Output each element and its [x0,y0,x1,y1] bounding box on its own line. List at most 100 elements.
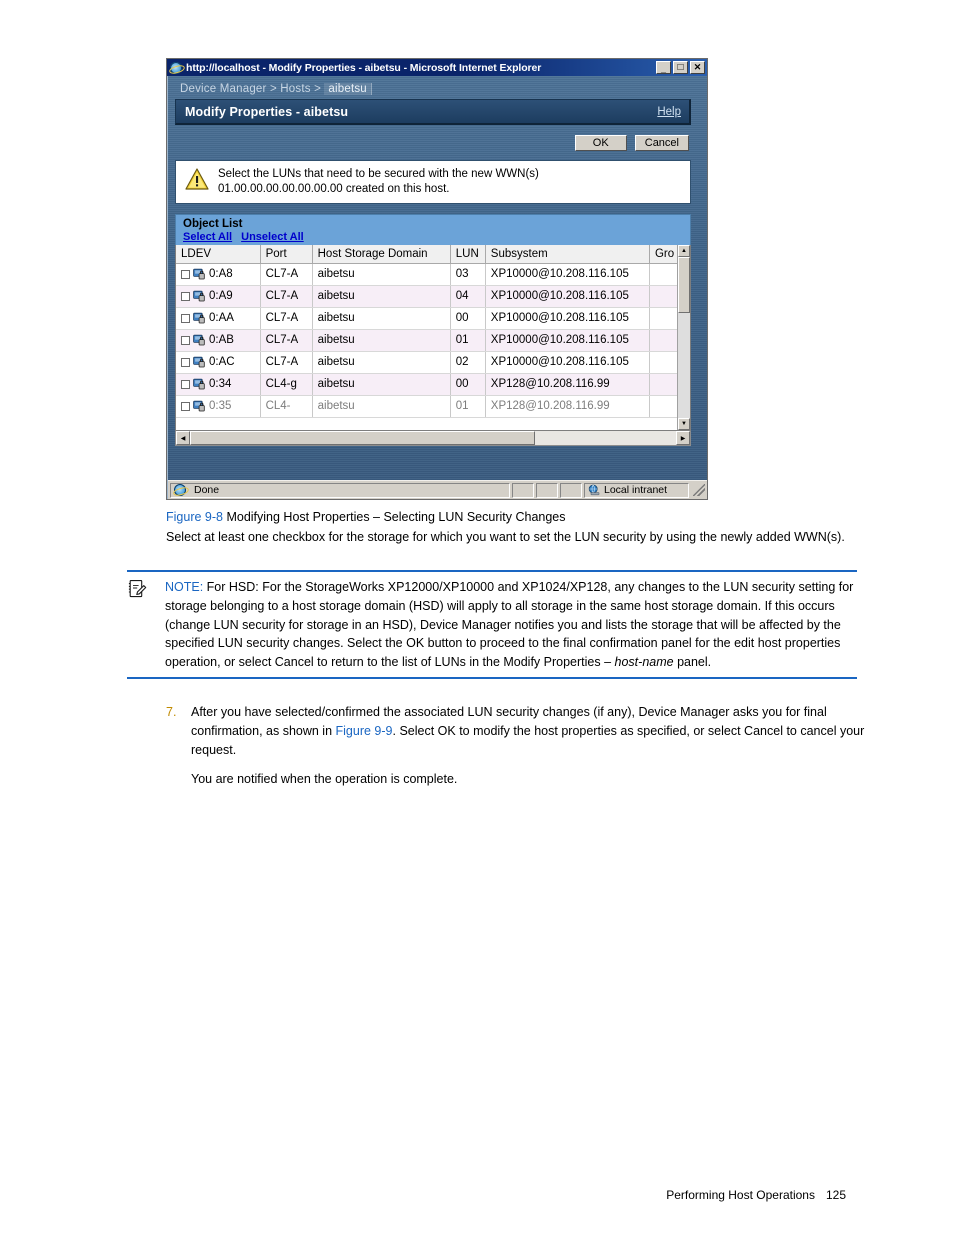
statusbar-zone-pane: Local intranet [584,482,689,498]
table-row[interactable]: 0:A9 CL7-A aibetsu 04 XP10000@10.208.116.105 [176,285,690,308]
row-checkbox[interactable] [181,291,190,301]
column-header-subsystem[interactable]: Subsystem [485,245,650,264]
page-footer: Performing Host Operations 125 [666,1188,846,1202]
cell-subsystem: XP10000@10.208.116.105 [485,285,650,308]
cell-port: CL4-g [260,373,313,396]
figure-caption-ref[interactable]: Figure 9-8 [166,510,223,524]
cell-lun: 03 [450,263,486,286]
note-text-part1: For HSD: For the StorageWorks XP12000/XP… [165,580,854,669]
cell-subsystem: XP10000@10.208.116.105 [485,351,650,374]
window-titlebar: http://localhost - Modify Properties - a… [167,59,707,76]
row-checkbox[interactable] [181,379,190,389]
breadcrumb-item-current: aibetsu [324,83,372,95]
grid-horizontal-scrollbar[interactable]: ◀ ▶ [175,431,691,447]
footer-section-title: Performing Host Operations [666,1188,815,1202]
breadcrumb-separator: > [314,83,322,95]
window-title: http://localhost - Modify Properties - a… [186,61,542,74]
ldev-locked-icon [193,269,205,280]
minimize-icon: _ [660,64,666,74]
breadcrumb-item-hosts[interactable]: Hosts [280,83,310,95]
ie-browser-window-screenshot: http://localhost - Modify Properties - a… [166,58,708,500]
document-page: http://localhost - Modify Properties - a… [0,0,954,1235]
note-block: NOTE: For HSD: For the StorageWorks XP12… [127,570,857,679]
table-row[interactable]: 0:35 CL4- aibetsu 01 XP128@10.208.116.99 [176,395,690,418]
cell-subsystem: XP10000@10.208.116.105 [485,263,650,286]
row-checkbox[interactable] [181,335,190,345]
minimize-button[interactable]: _ [656,61,671,74]
figure-9-9-link[interactable]: Figure 9-9 [336,724,393,738]
grid-vertical-scrollbar[interactable]: ▲ ▼ [677,245,690,431]
object-list-title: Object List [183,218,243,231]
column-header-port[interactable]: Port [260,245,313,264]
cell-lun: 00 [450,307,486,330]
table-row[interactable]: 0:34 CL4-g aibetsu 00 XP128@10.208.116.99 [176,373,690,396]
ie-globe-icon [174,484,186,496]
breadcrumb-item-device-manager[interactable]: Device Manager [180,83,267,95]
ldev-locked-icon [193,401,205,412]
ldev-locked-icon [193,379,205,390]
scroll-up-arrow-icon[interactable]: ▲ [678,245,690,258]
row-checkbox[interactable] [181,357,190,367]
ldev-value: 0:A9 [209,290,233,303]
row-checkbox[interactable] [181,313,190,323]
statusbar-text: Done [194,484,220,496]
table-row[interactable]: 0:A8 CL7-A aibetsu 03 XP10000@10.208.116.105 [176,263,690,286]
figure-caption-text: Modifying Host Properties – Selecting LU… [222,510,566,524]
breadcrumb-separator: > [269,83,277,95]
statusbar-pane-2 [536,482,558,498]
ldev-value: 0:AB [209,334,234,347]
note-body: NOTE: For HSD: For the StorageWorks XP12… [165,578,857,672]
cell-lun: 04 [450,285,486,308]
cell-lun: 01 [450,329,486,352]
cell-port: CL7-A [260,263,313,286]
ldev-value: 0:A8 [209,268,233,281]
unselect-all-link[interactable]: Unselect All [241,231,304,243]
row-checkbox[interactable] [181,401,190,411]
note-text-italic: host-name [614,655,674,669]
warning-message-text: Select the LUNs that need to be secured … [218,167,539,196]
cell-port: CL4- [260,395,313,418]
note-pad-pencil-icon [128,580,147,598]
horizontal-scroll-thumb[interactable] [190,431,536,446]
warning-line-1: Select the LUNs that need to be secured … [218,168,539,180]
cancel-button[interactable]: Cancel [634,135,689,151]
ldev-value: 0:35 [209,400,232,413]
footer-page-number: 125 [825,1188,846,1202]
cell-port: CL7-A [260,285,313,308]
row-checkbox[interactable] [181,269,190,279]
ok-button[interactable]: OK [574,135,627,151]
note-text-part2: panel. [673,655,712,669]
table-row[interactable]: 0:AB CL7-A aibetsu 01 XP10000@10.208.116.105 [176,329,690,352]
maximize-button[interactable]: □ [673,61,688,74]
column-header-ldev[interactable]: LDEV [176,245,261,264]
cell-subsystem: XP10000@10.208.116.105 [485,307,650,330]
window-controls: _ □ ✕ [656,61,705,74]
scroll-down-arrow-icon[interactable]: ▼ [678,418,690,431]
cell-ldev: 0:AC [176,351,261,374]
select-all-link[interactable]: Select All [183,231,232,243]
table-row[interactable]: 0:AA CL7-A aibetsu 00 XP10000@10.208.116.105 [176,307,690,330]
panel-header: Modify Properties - aibetsu Help [175,99,691,125]
cell-ldev: 0:AB [176,329,261,352]
scroll-right-arrow-icon[interactable]: ▶ [676,431,690,446]
cell-lun: 02 [450,351,486,374]
cell-ldev: 0:35 [176,395,261,418]
action-button-row: OK Cancel [175,125,691,160]
help-link[interactable]: Help [657,106,681,118]
column-header-lun[interactable]: LUN [450,245,486,264]
ie-globe-icon [170,61,182,74]
cell-subsystem: XP128@10.208.116.99 [485,395,650,418]
window-resize-grip[interactable] [693,484,705,496]
cell-host-storage-domain: aibetsu [312,351,451,374]
cell-host-storage-domain: aibetsu [312,373,451,396]
warning-line-2: 01.00.00.00.00.00.00.00 created on this … [218,182,450,195]
table-row[interactable]: 0:AC CL7-A aibetsu 02 XP10000@10.208.116.105 [176,351,690,374]
scroll-left-arrow-icon[interactable]: ◀ [176,431,190,446]
vertical-scroll-thumb[interactable] [678,257,690,314]
ldev-value: 0:34 [209,378,232,391]
column-header-host-storage-domain[interactable]: Host Storage Domain [312,245,451,264]
cell-host-storage-domain: aibetsu [312,307,451,330]
close-button[interactable]: ✕ [690,61,705,74]
horizontal-scroll-track[interactable] [190,431,676,446]
object-list-grid: LDEV Port Host Storage Domain LUN Subsys… [175,245,691,432]
